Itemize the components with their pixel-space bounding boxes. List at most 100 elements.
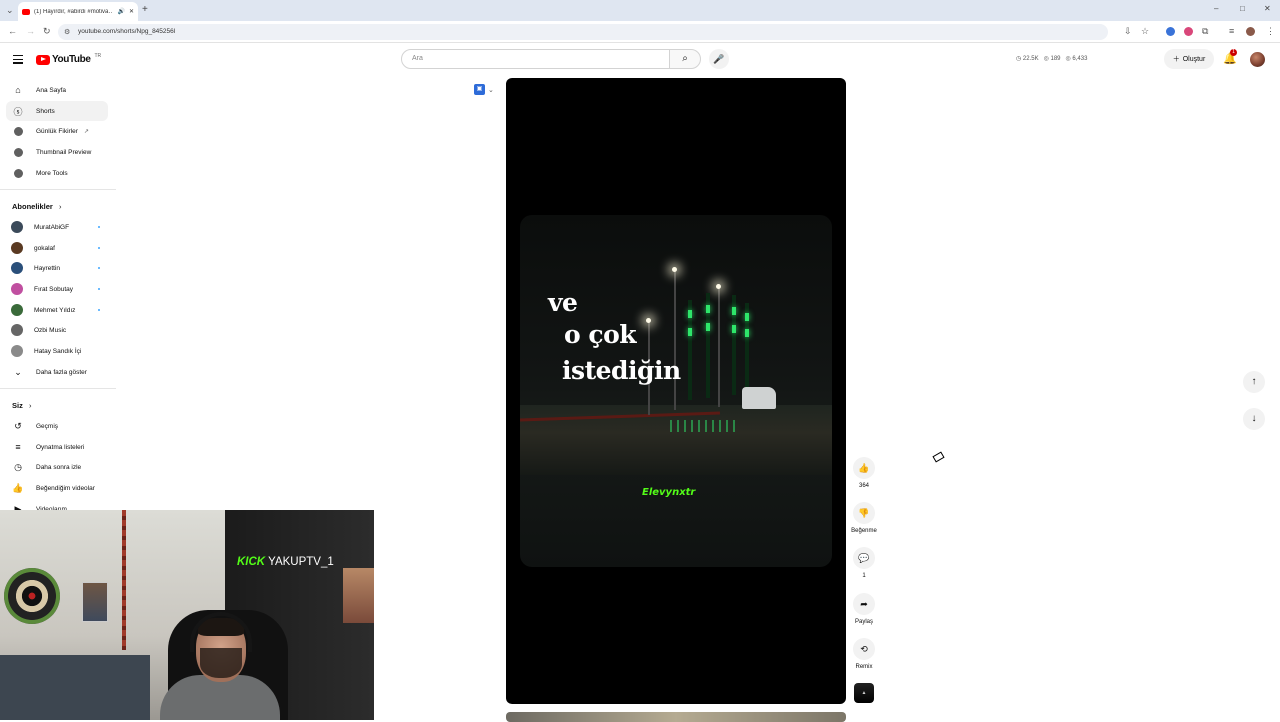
show-more-button[interactable]: ⌄ Daha fazla göster: [6, 362, 108, 382]
channel-avatar: [11, 283, 23, 295]
sidebar-subscription[interactable]: Fırat Sobutay: [6, 279, 108, 299]
speaker-icon[interactable]: 🔊: [117, 8, 124, 15]
lamp-post: [718, 287, 720, 407]
create-button[interactable]: ＋ Oluştur: [1164, 49, 1214, 69]
tab-close-icon[interactable]: ✕: [129, 8, 134, 15]
comment-icon: 💬: [853, 547, 875, 569]
plus-icon: ＋: [1172, 56, 1180, 63]
bookmark-star-icon[interactable]: ☆: [1141, 26, 1149, 37]
notification-badge: 1: [1230, 49, 1237, 56]
sidebar-item-liked-videos[interactable]: 👍 Beğendiğim videolar: [6, 478, 108, 498]
menu-icon[interactable]: [13, 55, 23, 66]
stat-value: 189: [1050, 56, 1061, 62]
monitor: [0, 655, 150, 720]
maximize-button[interactable]: □: [1240, 4, 1245, 13]
channel-name: Hatay Sandık İçi: [34, 347, 82, 355]
sidebar: ⌂ Ana Sayfa ⓢ Shorts Günlük Fikirler ↗ T…: [0, 78, 120, 518]
notifications-button[interactable]: 🔔 1: [1223, 49, 1237, 65]
video-watermark: Elevynxtr: [642, 487, 696, 498]
channel-name: MuratAbiGF: [34, 223, 70, 231]
sidebar-item-gunluk-fikirler[interactable]: Günlük Fikirler ↗: [6, 121, 108, 141]
tab-title: (1) Hayırdır, #abirdı #motiva…: [34, 8, 114, 15]
avatar[interactable]: [1250, 52, 1265, 67]
share-label: Paylaş: [854, 619, 873, 625]
new-content-dot: [98, 309, 100, 311]
remix-icon: ⟲: [853, 638, 875, 660]
sidebar-item-playlists[interactable]: ≡ Oynatma listeleri: [6, 437, 108, 457]
video-frame: [520, 215, 832, 567]
channel-avatar: [11, 304, 23, 316]
sidebar-item-watch-later[interactable]: ◷ Daha sonra izle: [6, 457, 108, 477]
channel-logo-icon: ▲: [861, 690, 867, 696]
sidebar-item-thumbnail-preview[interactable]: Thumbnail Preview: [6, 142, 108, 162]
site-info-icon[interactable]: ⚙: [64, 28, 70, 36]
stat-views: ◷ 22.5K: [1016, 56, 1039, 62]
install-icon[interactable]: ⇩: [1124, 26, 1132, 37]
sidebar-item-label: Geçmiş: [36, 422, 59, 430]
thumbs-up-icon: 👍: [853, 457, 875, 479]
remix-label: Remix: [855, 664, 873, 670]
dislike-button[interactable]: 👎 Beğenme: [851, 502, 877, 534]
app-icon: [12, 167, 24, 179]
sidebar-subscription[interactable]: Mehmet Yıldız: [6, 300, 108, 320]
extension-icon[interactable]: [1166, 27, 1175, 36]
search-input[interactable]: Ara: [401, 49, 670, 69]
sidebar-item-home[interactable]: ⌂ Ana Sayfa: [6, 80, 108, 100]
playlist-icon: ≡: [15, 442, 21, 452]
sidebar-item-more-tools[interactable]: More Tools: [6, 163, 108, 183]
previous-short-button[interactable]: ↑: [1243, 371, 1265, 393]
next-short-preview[interactable]: [506, 712, 846, 722]
sidebar-item-label: Günlük Fikirler: [36, 127, 78, 135]
sidebar-item-history[interactable]: ↺ Geçmiş: [6, 416, 108, 436]
share-button[interactable]: ➦ Paylaş: [853, 593, 875, 625]
short-video-player[interactable]: ve o çok istediğin Elevynxtr: [506, 78, 846, 704]
comment-count: 1: [862, 573, 866, 579]
close-window-button[interactable]: ✕: [1264, 4, 1271, 13]
new-content-dot: [98, 288, 100, 290]
reload-icon[interactable]: ↻: [43, 26, 51, 37]
sidebar-subscription[interactable]: MuratAbiGF: [6, 217, 108, 237]
sidebar-subscription[interactable]: Hayrettin: [6, 258, 108, 278]
sidebar-item-shorts[interactable]: ⓢ Shorts: [6, 101, 108, 121]
channel-thumbnail[interactable]: ▲: [854, 683, 874, 703]
new-tab-button[interactable]: +: [142, 4, 148, 15]
extension-icon[interactable]: [1184, 27, 1193, 36]
browser-tabstrip: ⌄ (1) Hayırdır, #abirdı #motiva… 🔊 ✕ + –…: [0, 0, 1280, 21]
sidebar-subscription[interactable]: Ozbi Music: [6, 320, 108, 340]
voice-search-button[interactable]: 🎤: [709, 49, 729, 69]
back-icon[interactable]: ←: [8, 26, 17, 36]
forward-icon[interactable]: →: [26, 26, 35, 36]
like-button[interactable]: 👍 364: [853, 457, 875, 489]
comments-button[interactable]: 💬 1: [853, 547, 875, 579]
browser-tab[interactable]: (1) Hayırdır, #abirdı #motiva… 🔊 ✕: [18, 2, 138, 21]
channel-avatar: [11, 221, 23, 233]
street-lamp: [716, 284, 721, 289]
subscriptions-heading[interactable]: Abonelikler ›: [12, 202, 61, 211]
browser-menu-icon[interactable]: ⋮: [1266, 26, 1275, 37]
microphone-icon: 🎤: [713, 54, 725, 64]
channel-name: Mehmet Yıldız: [34, 306, 76, 314]
you-heading[interactable]: Siz ›: [12, 401, 31, 410]
youtube-logo[interactable]: YouTube TR: [36, 53, 101, 65]
remix-button[interactable]: ⟲ Remix: [853, 638, 875, 670]
tab-search-icon[interactable]: ≡: [1229, 26, 1234, 36]
next-short-button[interactable]: ↓: [1243, 408, 1265, 430]
kick-handle: KICK YAKUPTV_1: [237, 556, 334, 568]
player-extension-toggle[interactable]: ▣ ⌄: [474, 84, 494, 95]
tab-list-icon[interactable]: ⌄: [6, 5, 14, 16]
share-icon: ➦: [853, 593, 875, 615]
minimize-button[interactable]: –: [1214, 4, 1218, 13]
webcam-overlay: KICK YAKUPTV_1: [0, 510, 374, 720]
url-field[interactable]: youtube.com/shorts/Npg_845256l: [58, 24, 1108, 40]
channel-avatar: [11, 324, 23, 336]
profile-avatar-icon[interactable]: [1246, 27, 1255, 36]
search-button[interactable]: ⌕: [669, 49, 701, 69]
youtube-play-icon: [36, 54, 50, 65]
youtube-favicon-icon: [22, 8, 30, 15]
watch-later-icon: ◷: [14, 461, 22, 472]
sidebar-subscription[interactable]: Hatay Sandık İçi: [6, 341, 108, 361]
sidebar-subscription[interactable]: gokalaf: [6, 238, 108, 258]
kick-logo: KICK: [237, 556, 266, 568]
extensions-puzzle-icon[interactable]: ⧉: [1202, 26, 1208, 37]
search-icon: ⌕: [682, 53, 688, 64]
